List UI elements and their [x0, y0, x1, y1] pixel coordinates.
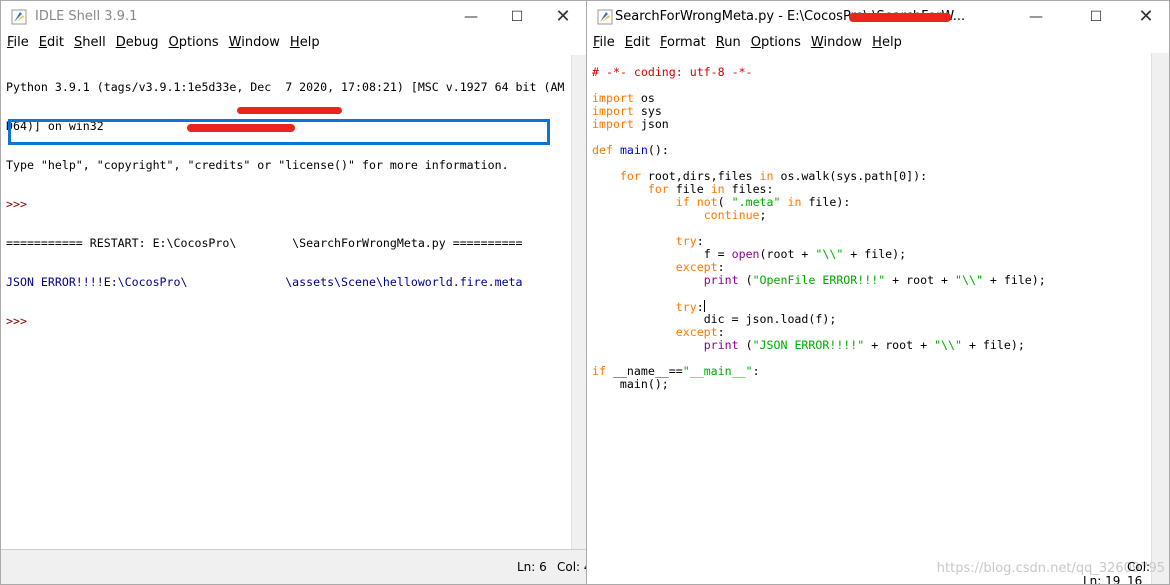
- editor-window: SearchForWrongMeta.py - E:\CocosPro\ \Se…: [586, 0, 1170, 585]
- menu-shell[interactable]: Shell: [70, 33, 110, 53]
- code-line: print ("OpenFile ERROR!!!" + root + "\\"…: [703, 273, 1046, 287]
- code-line: import os: [592, 91, 655, 105]
- shell-line: Type "help", "copyright", "credits" or "…: [6, 158, 509, 172]
- column-number: Col: 4: [557, 560, 586, 574]
- idle-shell-window: IDLE Shell 3.9.1 — ☐ ✕ File Edit Shell Debu…: [0, 0, 587, 585]
- editor-menubar: File Edit Format Run Options Window Help: [587, 33, 1169, 53]
- close-button[interactable]: ✕: [540, 1, 586, 33]
- editor-scrollbar[interactable]: [1151, 53, 1169, 584]
- error-highlight-box: [8, 119, 550, 145]
- menu-help[interactable]: Help: [868, 33, 906, 53]
- menu-run[interactable]: Run: [712, 33, 745, 53]
- minimize-button[interactable]: —: [1013, 1, 1059, 33]
- menu-file[interactable]: File: [589, 33, 619, 53]
- menu-file[interactable]: File: [3, 33, 33, 53]
- python-feather-icon: [597, 9, 613, 25]
- menu-options[interactable]: Options: [164, 33, 222, 53]
- code-editor[interactable]: # -*- coding: utf-8 -*- import os import …: [592, 53, 1152, 584]
- menu-window[interactable]: Window: [807, 33, 866, 53]
- python-feather-icon: [11, 9, 27, 25]
- maximize-button[interactable]: ☐: [494, 1, 540, 33]
- menu-window[interactable]: Window: [225, 33, 284, 53]
- code-line: # -*- coding: utf-8 -*-: [592, 65, 753, 79]
- shell-prompt: >>>: [6, 314, 27, 328]
- text-cursor: [703, 300, 705, 312]
- redaction-mark: [237, 107, 342, 114]
- redaction-mark: [849, 13, 951, 22]
- json-error-line: JSON ERROR!!!!E:\CocosPro\ \assets\Scene…: [6, 275, 523, 289]
- code-line: main();: [619, 377, 669, 391]
- shell-scrollbar[interactable]: [571, 55, 586, 550]
- maximize-button[interactable]: ☐: [1073, 1, 1119, 33]
- close-button[interactable]: ✕: [1123, 1, 1169, 33]
- menu-edit[interactable]: Edit: [621, 33, 654, 53]
- shell-statusbar: Ln: 6 Col: 4: [1, 549, 586, 584]
- menu-format[interactable]: Format: [656, 33, 710, 53]
- code-line: continue;: [703, 208, 767, 222]
- shell-prompt: >>>: [6, 197, 27, 211]
- shell-titlebar[interactable]: IDLE Shell 3.9.1 — ☐ ✕: [1, 1, 586, 33]
- menu-help[interactable]: Help: [286, 33, 324, 53]
- code-line: import sys: [592, 104, 662, 118]
- line-number: Ln: 6: [517, 560, 547, 574]
- restart-line: =========== RESTART: E:\CocosPro\ \Searc…: [6, 236, 523, 250]
- minimize-button[interactable]: —: [448, 1, 494, 33]
- code-line: def main():: [592, 143, 669, 157]
- menu-edit[interactable]: Edit: [35, 33, 68, 53]
- column-number: Col: 16: [1127, 560, 1151, 585]
- line-number: Ln: 19: [1083, 574, 1121, 585]
- shell-line: Python 3.9.1 (tags/v3.9.1:1e5d33e, Dec 7…: [6, 80, 565, 94]
- menu-options[interactable]: Options: [747, 33, 805, 53]
- code-line: print ("JSON ERROR!!!!" + root + "\\" + …: [703, 338, 1025, 352]
- menu-debug[interactable]: Debug: [112, 33, 163, 53]
- window-title: IDLE Shell 3.9.1: [35, 9, 138, 24]
- code-line: if __name__=="__main__":: [592, 364, 760, 378]
- code-line: import json: [592, 117, 669, 131]
- shell-menubar: File Edit Shell Debug Options Window Help: [1, 33, 586, 53]
